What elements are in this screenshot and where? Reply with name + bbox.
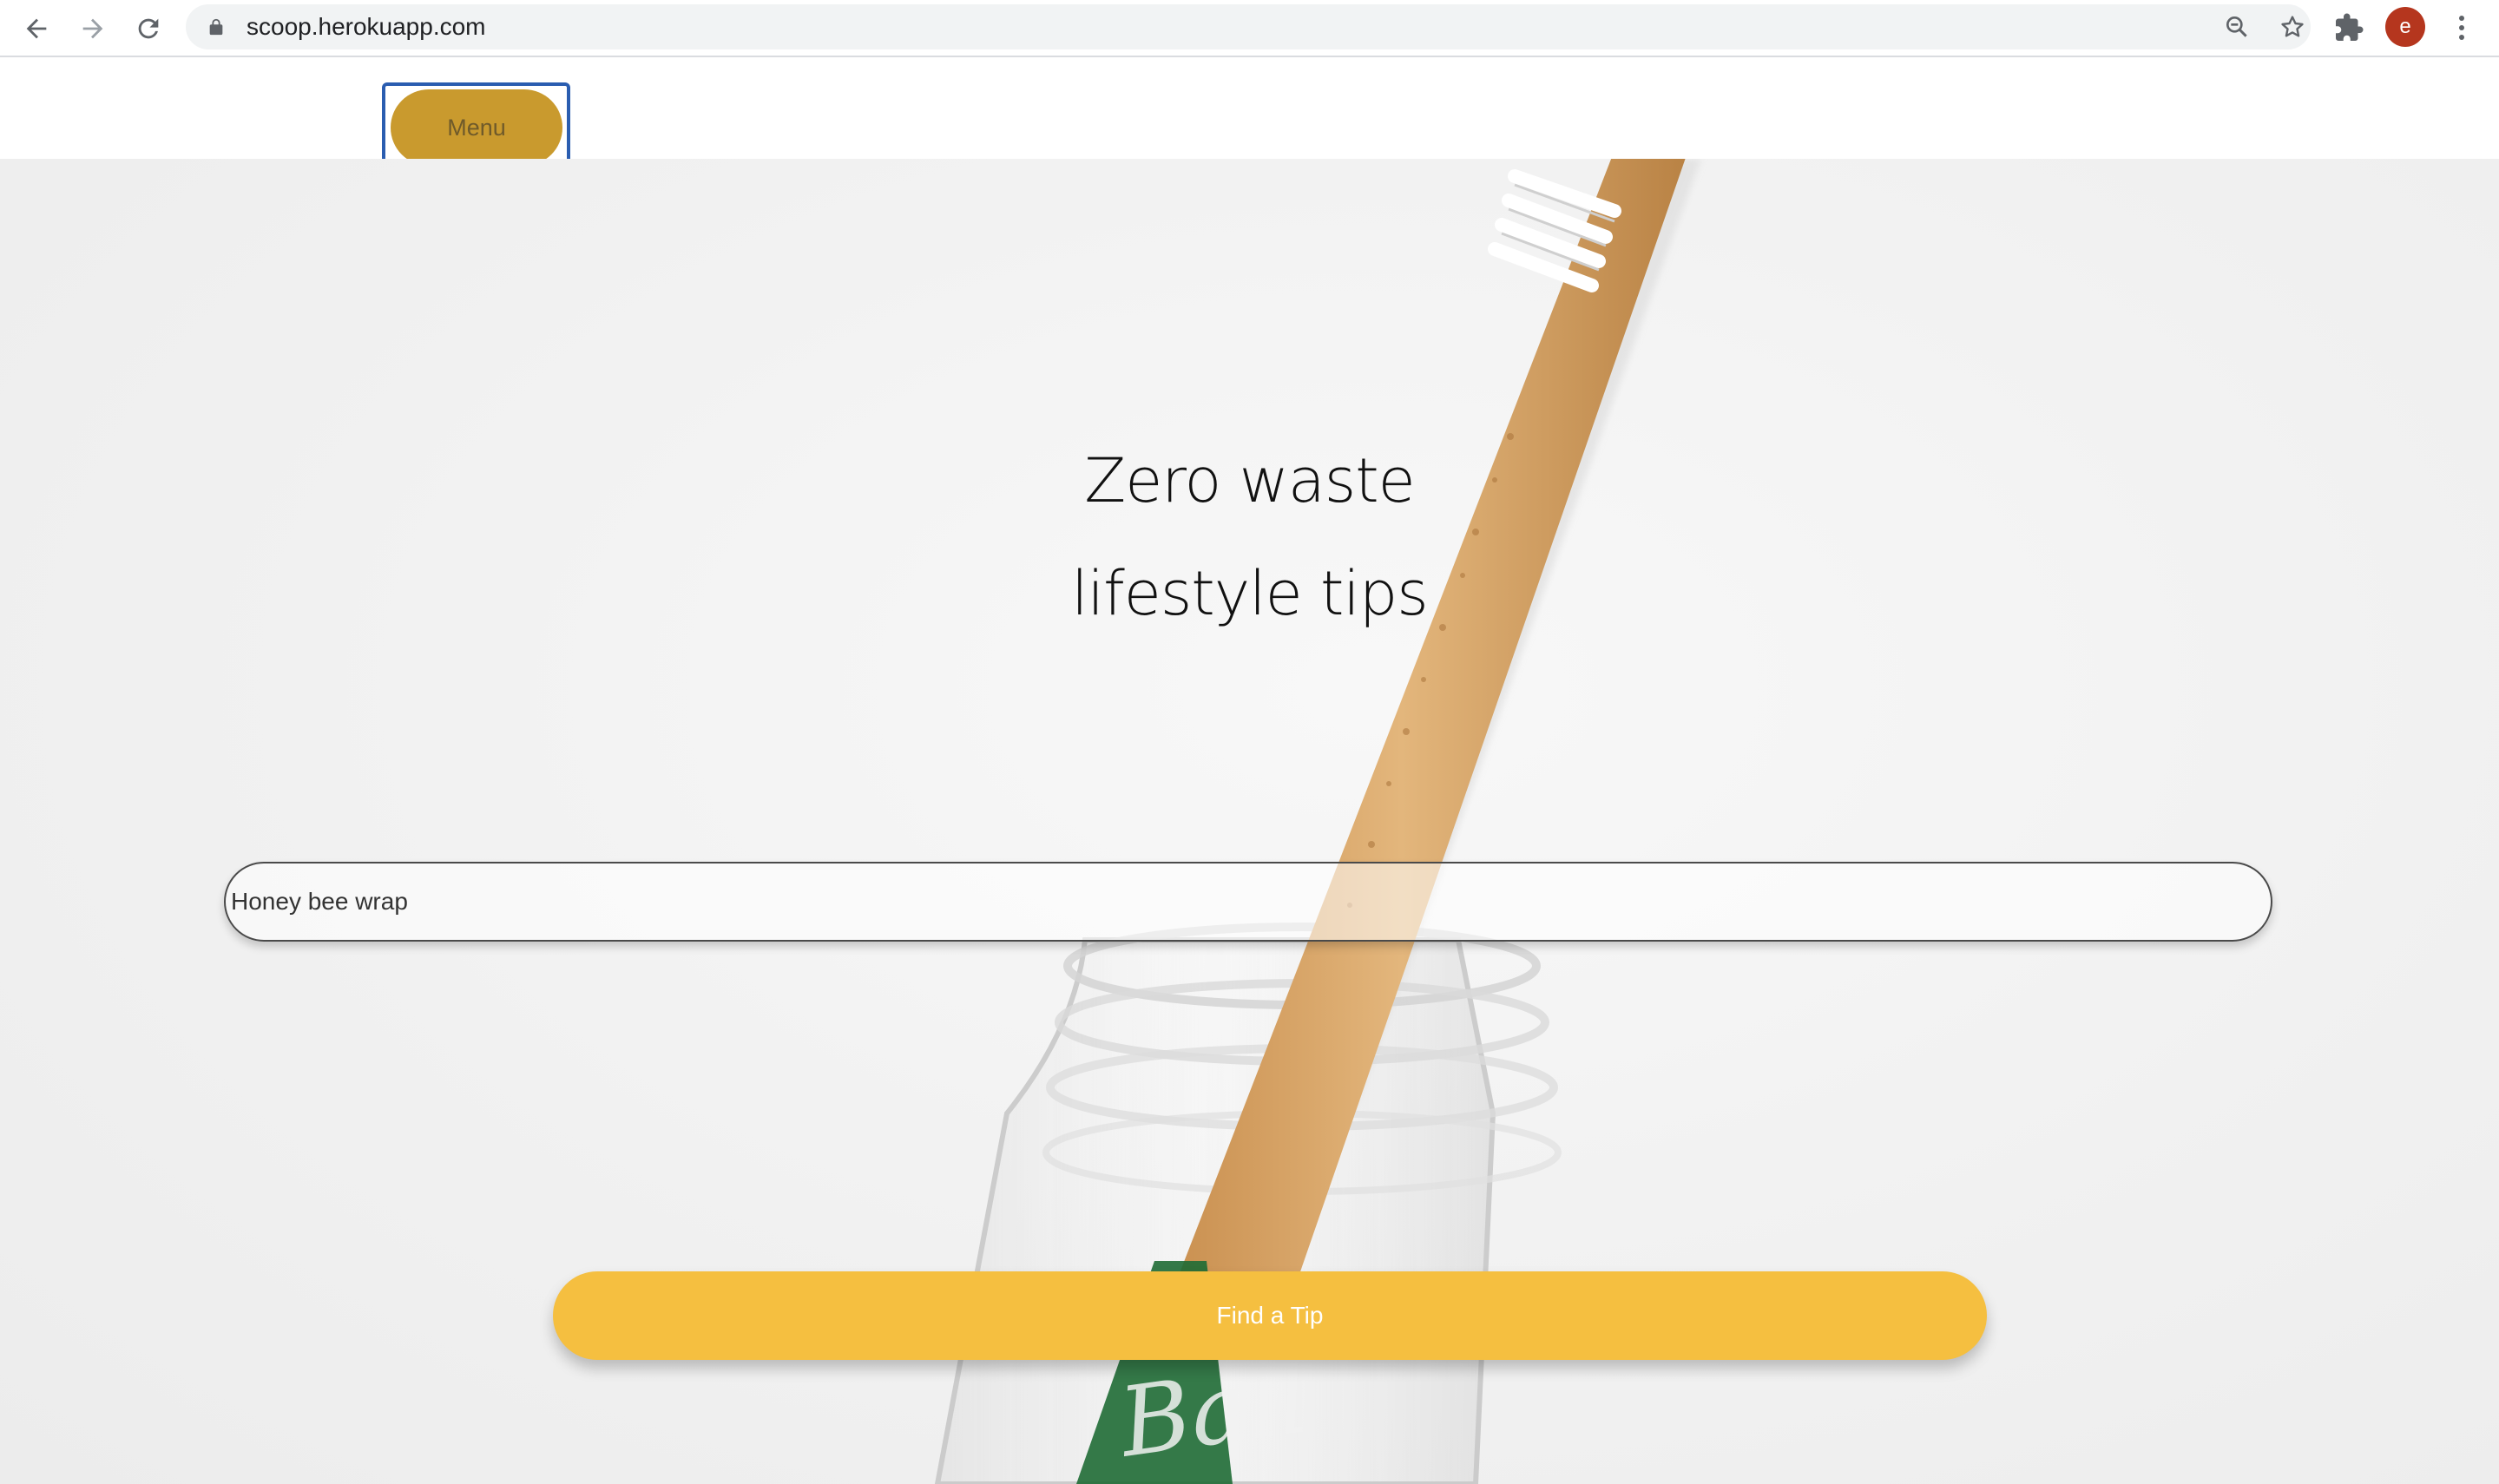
menu-button[interactable]: Menu [391, 89, 562, 166]
star-icon [2281, 16, 2304, 37]
puzzle-icon[interactable] [2333, 12, 2364, 43]
kebab-menu-icon[interactable] [2446, 10, 2477, 45]
bookmark-button[interactable] [2278, 12, 2307, 42]
zoom-icon [2226, 16, 2247, 37]
hero-title-line2: lifestyle tips [1071, 558, 1429, 629]
browser-toolbar: scoop.herokuapp.com e [0, 0, 2499, 57]
back-arrow-icon [26, 18, 47, 39]
lock-icon [209, 18, 223, 36]
url-text[interactable]: scoop.herokuapp.com [247, 13, 486, 41]
back-button[interactable] [15, 7, 58, 50]
reload-icon [138, 18, 159, 39]
site-header: Menu [0, 59, 2499, 173]
forward-arrow-icon [82, 18, 103, 39]
hero-section: Ball Zero waste lifestyle tips Find a Ti… [0, 159, 2499, 1484]
forward-button[interactable] [71, 7, 115, 50]
tip-search-input[interactable] [224, 862, 2272, 942]
zoom-button[interactable] [2222, 12, 2252, 42]
profile-avatar[interactable]: e [2385, 7, 2425, 47]
reload-button[interactable] [127, 7, 170, 50]
hero-title-line1: Zero waste [1084, 445, 1415, 516]
address-bar[interactable]: scoop.herokuapp.com [186, 4, 2311, 49]
find-tip-button[interactable]: Find a Tip [553, 1271, 1987, 1360]
